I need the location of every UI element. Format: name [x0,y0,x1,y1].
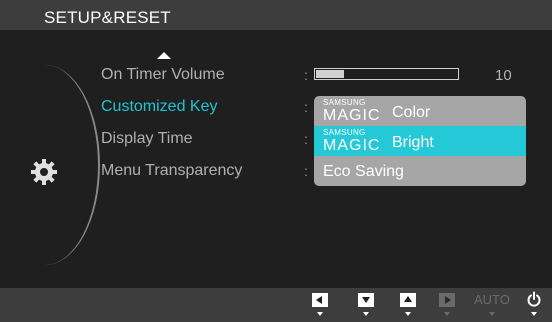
menu-item-on-timer-volume[interactable]: On Timer Volume [101,66,225,84]
right-button[interactable] [439,293,455,307]
up-button-hint-icon [405,312,411,316]
right-button-hint-icon [444,312,450,316]
customized-key-dropdown: SAMSUNG MAGIC Color SAMSUNG MAGIC Bright… [314,96,526,186]
magic-brand-large: MAGIC [323,137,381,154]
magic-brand-large: MAGIC [323,107,381,124]
volume-slider-fill [316,70,344,78]
samsung-brand-small: SAMSUNG [323,98,366,107]
menu-colon: : [304,67,308,83]
menu-colon: : [304,163,308,179]
up-arrow-icon [404,296,412,302]
menu-item-menu-transparency[interactable]: Menu Transparency [101,162,242,180]
up-button[interactable] [400,293,416,307]
left-button[interactable] [312,293,328,307]
menu-item-customized-key[interactable]: Customized Key [101,98,218,116]
power-icon[interactable] [526,291,542,307]
gear-icon [31,159,57,185]
option-label: Bright [392,134,434,151]
option-magic-color[interactable]: SAMSUNG MAGIC Color [314,96,526,126]
auto-button[interactable]: AUTO [474,292,510,307]
left-arrow-icon [316,296,322,304]
osd-window: SETUP&RESET On Timer Volume Customized K… [0,0,552,322]
power-button-hint-icon [531,312,537,316]
left-button-hint-icon [317,312,323,316]
header-bar: SETUP&RESET [0,0,552,30]
option-label: Eco Saving [323,163,404,180]
samsung-brand-small: SAMSUNG [323,128,366,137]
volume-slider[interactable] [314,68,459,80]
scroll-up-icon[interactable] [157,52,171,59]
auto-button-hint-icon [489,312,495,316]
down-button[interactable] [358,293,374,307]
volume-value: 10 [495,67,512,84]
menu-item-display-time[interactable]: Display Time [101,130,193,148]
bottom-button-bar [0,288,552,322]
option-label: Color [392,104,431,121]
menu-colon: : [304,131,308,147]
down-button-hint-icon [363,312,369,316]
option-eco-saving[interactable]: Eco Saving [314,156,526,186]
option-magic-bright[interactable]: SAMSUNG MAGIC Bright [314,126,526,156]
right-arrow-icon [445,296,451,304]
down-arrow-icon [362,297,370,303]
menu-colon: : [304,99,308,115]
page-title: SETUP&RESET [44,8,171,27]
